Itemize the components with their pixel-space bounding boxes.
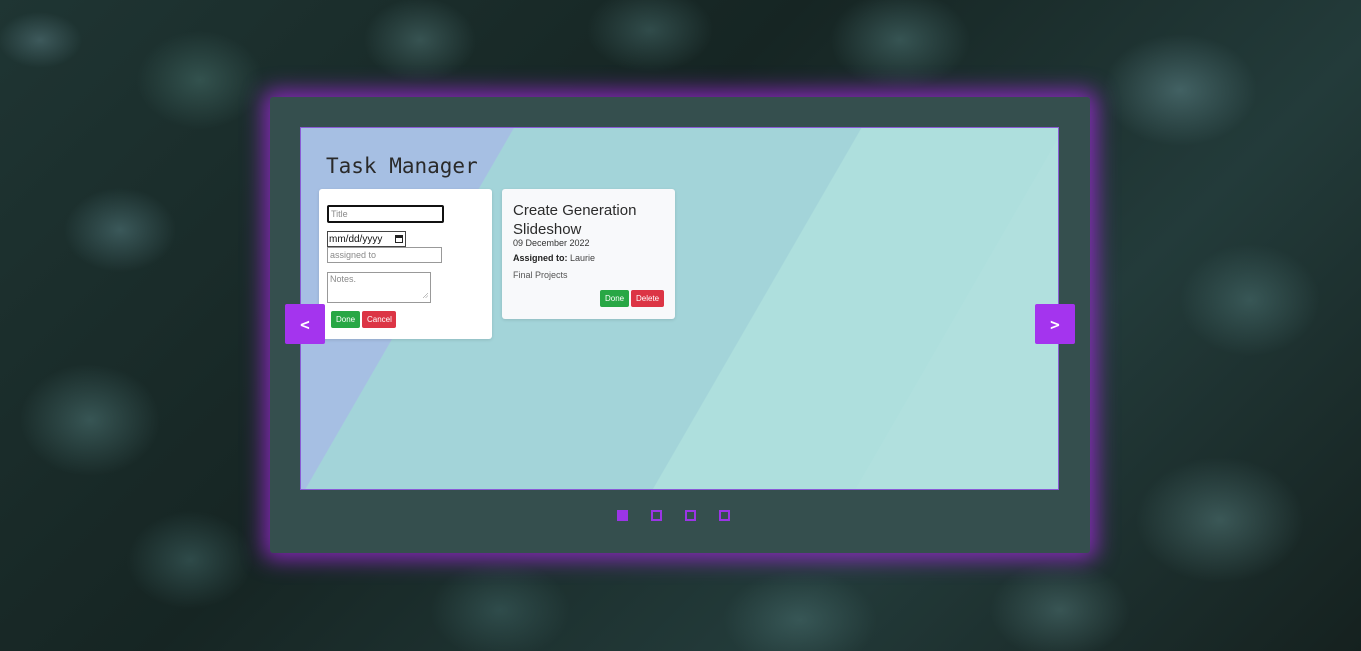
task-assigned-value: Laurie bbox=[570, 253, 596, 263]
task-delete-button[interactable]: Delete bbox=[631, 290, 664, 307]
slideshow-panel: Task Manager mm/dd/yyyy Done Cancel Crea… bbox=[270, 97, 1090, 553]
date-input-placeholder: mm/dd/yyyy bbox=[329, 233, 383, 245]
assigned-to-input[interactable] bbox=[327, 247, 442, 263]
task-done-button[interactable]: Done bbox=[600, 290, 629, 307]
task-assigned-label: Assigned to: bbox=[513, 253, 568, 263]
pagination-dot[interactable] bbox=[617, 510, 628, 521]
resize-grip-icon[interactable] bbox=[423, 293, 428, 298]
pagination-dot[interactable] bbox=[719, 510, 730, 521]
next-slide-button[interactable]: > bbox=[1035, 304, 1075, 344]
previous-slide-button[interactable]: < bbox=[285, 304, 325, 344]
notes-textarea[interactable] bbox=[327, 272, 431, 303]
title-input[interactable] bbox=[327, 205, 444, 223]
task-notes: Final Projects bbox=[513, 270, 568, 280]
task-date: 09 December 2022 bbox=[513, 238, 590, 248]
slide: Task Manager mm/dd/yyyy Done Cancel Crea… bbox=[300, 127, 1059, 490]
task-card: Create Generation Slideshow 09 December … bbox=[502, 189, 675, 319]
date-input[interactable]: mm/dd/yyyy bbox=[327, 231, 406, 247]
calendar-icon[interactable] bbox=[395, 235, 403, 243]
page-title: Task Manager bbox=[326, 154, 478, 178]
task-title: Create Generation Slideshow bbox=[513, 202, 637, 238]
task-assigned: Assigned to: Laurie bbox=[513, 253, 595, 263]
form-done-button[interactable]: Done bbox=[331, 311, 360, 328]
new-task-form: mm/dd/yyyy Done Cancel bbox=[319, 189, 492, 339]
form-cancel-button[interactable]: Cancel bbox=[362, 311, 396, 328]
slide-pagination bbox=[617, 510, 730, 521]
pagination-dot[interactable] bbox=[651, 510, 662, 521]
pagination-dot[interactable] bbox=[685, 510, 696, 521]
